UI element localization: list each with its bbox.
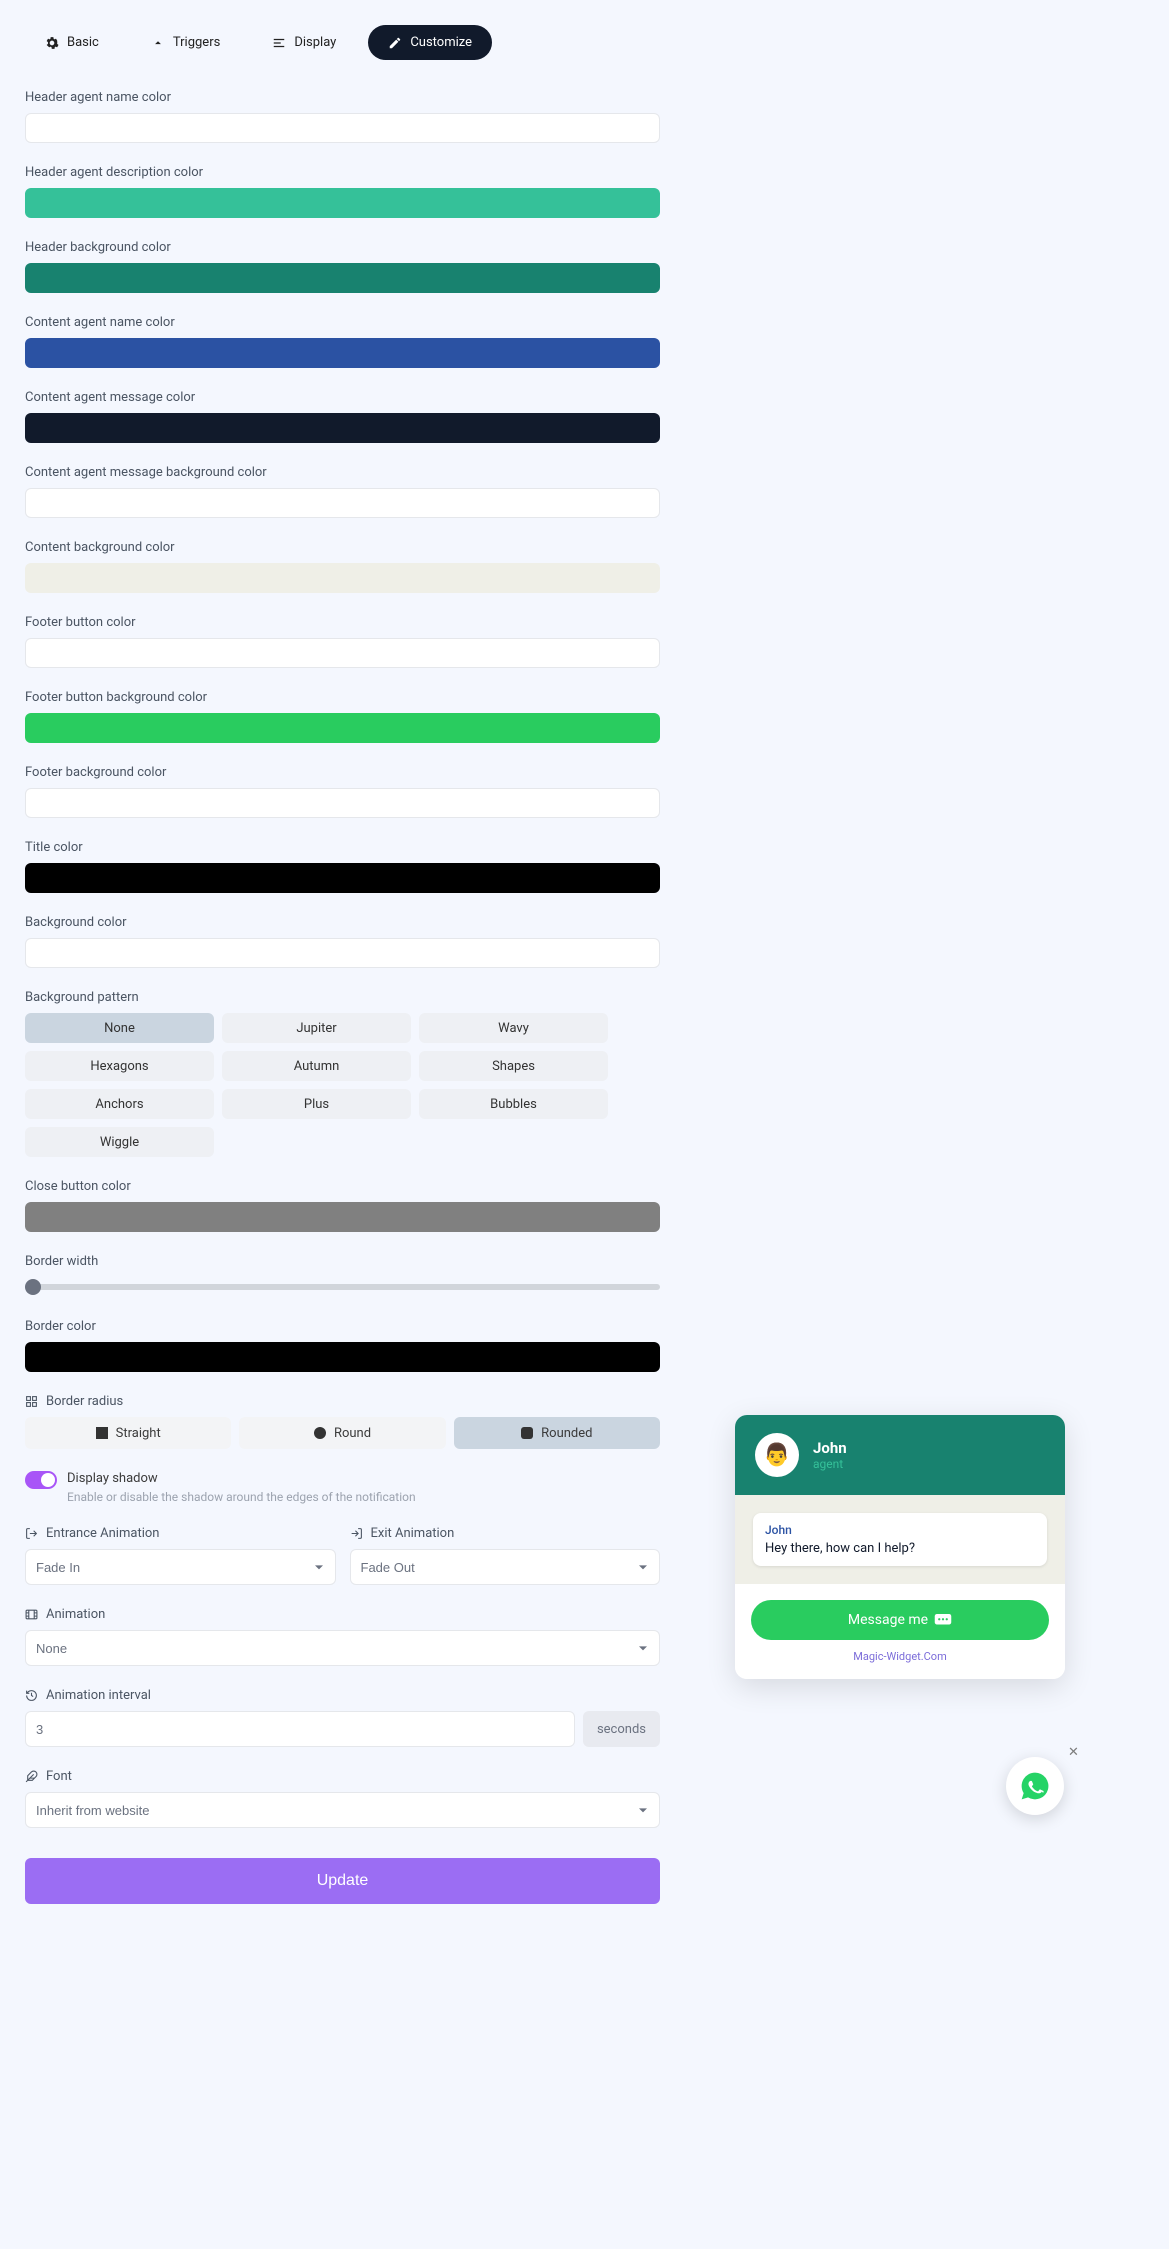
message-from: John bbox=[765, 1523, 1035, 1537]
entrance-select[interactable]: Fade In bbox=[25, 1549, 336, 1585]
radius-straight[interactable]: Straight bbox=[25, 1417, 231, 1449]
pattern-hexagons[interactable]: Hexagons bbox=[25, 1051, 214, 1081]
update-button[interactable]: Update bbox=[25, 1858, 660, 1904]
close-icon[interactable]: ✕ bbox=[1068, 1745, 1078, 1755]
color-content-bg[interactable] bbox=[25, 563, 660, 593]
label-header-agent-desc-color: Header agent description color bbox=[25, 165, 660, 180]
message-text: Hey there, how can I help? bbox=[765, 1541, 1035, 1556]
label-exit: Exit Animation bbox=[350, 1526, 661, 1541]
label-border-color: Border color bbox=[25, 1319, 660, 1334]
color-bg[interactable] bbox=[25, 938, 660, 968]
color-footer-btn[interactable] bbox=[25, 638, 660, 668]
feather-icon bbox=[25, 1770, 38, 1783]
pattern-shapes[interactable]: Shapes bbox=[419, 1051, 608, 1081]
widget-header: 👨 John agent bbox=[735, 1415, 1065, 1495]
label-footer-btn-color: Footer button color bbox=[25, 615, 660, 630]
label-content-agent-name-color: Content agent name color bbox=[25, 315, 660, 330]
label-border-radius: Border radius bbox=[25, 1394, 660, 1409]
interval-unit: seconds bbox=[583, 1711, 660, 1747]
color-content-agent-msg[interactable] bbox=[25, 413, 660, 443]
pattern-grid: None Jupiter Wavy Hexagons Autumn Shapes… bbox=[25, 1013, 660, 1157]
tab-triggers-label: Triggers bbox=[173, 35, 220, 50]
pattern-autumn[interactable]: Autumn bbox=[222, 1051, 411, 1081]
whatsapp-icon bbox=[1019, 1770, 1051, 1802]
widget-footer: Message me Magic-Widget.Com bbox=[735, 1584, 1065, 1679]
rounded-icon bbox=[521, 1427, 533, 1439]
label-entrance: Entrance Animation bbox=[25, 1526, 336, 1541]
widget-body: John Hey there, how can I help? bbox=[735, 1495, 1065, 1584]
tab-customize-label: Customize bbox=[410, 35, 472, 50]
label-title-color: Title color bbox=[25, 840, 660, 855]
label-content-agent-msg-bg-color: Content agent message background color bbox=[25, 465, 660, 480]
label-border-width: Border width bbox=[25, 1254, 660, 1269]
label-animation: Animation bbox=[25, 1607, 660, 1622]
tabs: Basic Triggers Display Customize bbox=[25, 25, 660, 60]
color-border[interactable] bbox=[25, 1342, 660, 1372]
agent-role: agent bbox=[813, 1457, 847, 1471]
tab-display[interactable]: Display bbox=[252, 25, 356, 60]
tab-display-label: Display bbox=[294, 35, 336, 50]
color-header-agent-name[interactable] bbox=[25, 113, 660, 143]
tab-basic-label: Basic bbox=[67, 35, 99, 50]
enter-icon bbox=[350, 1527, 363, 1540]
color-footer-bg[interactable] bbox=[25, 788, 660, 818]
border-width-slider[interactable] bbox=[25, 1277, 660, 1297]
pattern-none[interactable]: None bbox=[25, 1013, 214, 1043]
pattern-jupiter[interactable]: Jupiter bbox=[222, 1013, 411, 1043]
widget-preview: 👨 John agent John Hey there, how can I h… bbox=[735, 1415, 1065, 1679]
slider-thumb[interactable] bbox=[25, 1279, 41, 1295]
radius-rounded[interactable]: Rounded bbox=[454, 1417, 660, 1449]
pattern-wiggle[interactable]: Wiggle bbox=[25, 1127, 214, 1157]
speech-icon bbox=[934, 1613, 952, 1627]
message-me-button[interactable]: Message me bbox=[751, 1600, 1049, 1640]
label-bg-color: Background color bbox=[25, 915, 660, 930]
pattern-bubbles[interactable]: Bubbles bbox=[419, 1089, 608, 1119]
toggle-knob bbox=[41, 1473, 55, 1487]
font-select[interactable]: Inherit from website bbox=[25, 1792, 660, 1828]
label-content-bg-color: Content background color bbox=[25, 540, 660, 555]
color-header-bg[interactable] bbox=[25, 263, 660, 293]
exit-select[interactable]: Fade Out bbox=[350, 1549, 661, 1585]
label-header-agent-name-color: Header agent name color bbox=[25, 90, 660, 105]
label-header-bg-color: Header background color bbox=[25, 240, 660, 255]
circle-icon bbox=[314, 1427, 326, 1439]
color-header-agent-desc[interactable] bbox=[25, 188, 660, 218]
branding: Magic-Widget.Com bbox=[751, 1650, 1049, 1663]
color-close-btn[interactable] bbox=[25, 1202, 660, 1232]
tab-triggers[interactable]: Triggers bbox=[131, 25, 240, 60]
label-footer-bg-color: Footer background color bbox=[25, 765, 660, 780]
square-icon bbox=[96, 1427, 108, 1439]
color-content-agent-msg-bg[interactable] bbox=[25, 488, 660, 518]
radius-round[interactable]: Round bbox=[239, 1417, 445, 1449]
label-font: Font bbox=[25, 1769, 660, 1784]
history-icon bbox=[25, 1689, 38, 1702]
tab-customize[interactable]: Customize bbox=[368, 25, 492, 60]
color-footer-btn-bg[interactable] bbox=[25, 713, 660, 743]
animation-select[interactable]: None bbox=[25, 1630, 660, 1666]
label-interval: Animation interval bbox=[25, 1688, 660, 1703]
exit-icon bbox=[25, 1527, 38, 1540]
label-bg-pattern: Background pattern bbox=[25, 990, 660, 1005]
label-close-btn-color: Close button color bbox=[25, 1179, 660, 1194]
avatar: 👨 bbox=[755, 1433, 799, 1477]
color-title[interactable] bbox=[25, 863, 660, 893]
grid-icon bbox=[25, 1395, 38, 1408]
pattern-plus[interactable]: Plus bbox=[222, 1089, 411, 1119]
pattern-wavy[interactable]: Wavy bbox=[419, 1013, 608, 1043]
message-bubble: John Hey there, how can I help? bbox=[753, 1513, 1047, 1566]
label-footer-btn-bg-color: Footer button background color bbox=[25, 690, 660, 705]
label-content-agent-msg-color: Content agent message color bbox=[25, 390, 660, 405]
shadow-toggle[interactable] bbox=[25, 1471, 57, 1489]
interval-input[interactable] bbox=[25, 1711, 575, 1747]
shadow-desc: Enable or disable the shadow around the … bbox=[67, 1490, 416, 1504]
tab-basic[interactable]: Basic bbox=[25, 25, 119, 60]
film-icon bbox=[25, 1608, 38, 1621]
color-content-agent-name[interactable] bbox=[25, 338, 660, 368]
shadow-label: Display shadow bbox=[67, 1471, 416, 1486]
pattern-anchors[interactable]: Anchors bbox=[25, 1089, 214, 1119]
whatsapp-launcher[interactable] bbox=[1006, 1757, 1064, 1815]
agent-name: John bbox=[813, 1439, 847, 1457]
